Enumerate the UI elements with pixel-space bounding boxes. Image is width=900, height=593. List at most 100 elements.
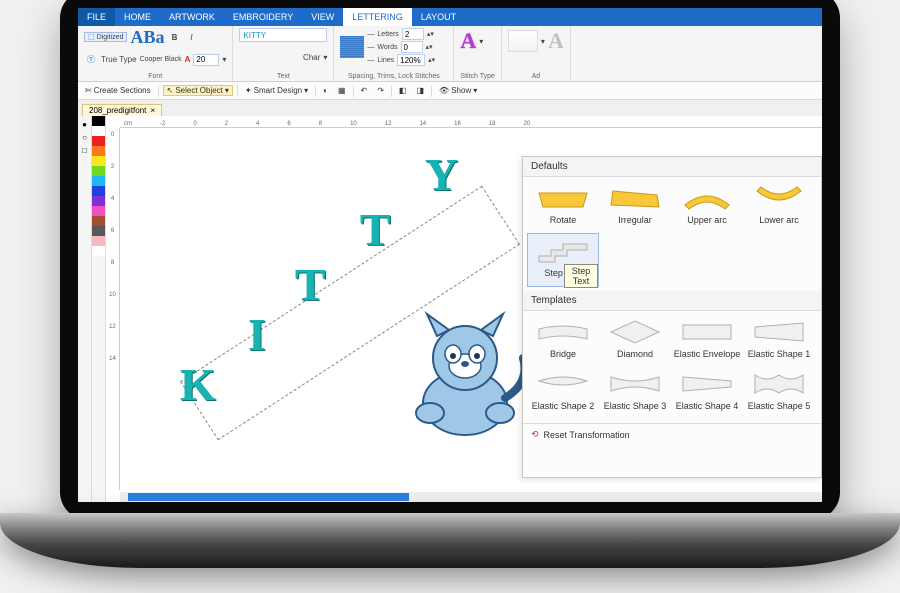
- cat-artwork[interactable]: [395, 308, 535, 448]
- color-swatch[interactable]: [92, 116, 105, 126]
- color-swatch[interactable]: [92, 186, 105, 196]
- misc-tool-1[interactable]: ◐: [320, 86, 331, 95]
- dropdown-icon[interactable]: ▾: [225, 86, 229, 95]
- template-elastic-envelope[interactable]: Elastic Envelope: [671, 315, 743, 367]
- color-swatch[interactable]: [92, 176, 105, 186]
- dropdown-icon[interactable]: ▾: [304, 86, 308, 95]
- show-tool[interactable]: 👁Show▾: [436, 86, 480, 95]
- reset-transformation[interactable]: ⟲Reset Transformation: [523, 423, 821, 445]
- template-elastic-shape-4[interactable]: Elastic Shape 4: [671, 367, 743, 419]
- create-sections-tool[interactable]: ✄Create Sections: [82, 86, 154, 95]
- shape-preview[interactable]: [508, 30, 538, 52]
- color-swatch[interactable]: [92, 226, 105, 236]
- scrollbar-thumb[interactable]: [128, 493, 409, 501]
- canvas-area: cm-202468101214161820 02468101214 K I T …: [106, 116, 822, 502]
- group-adv-label: Ad: [508, 73, 564, 81]
- font-name[interactable]: Cooper Black: [140, 56, 182, 63]
- tab-lettering[interactable]: LETTERING: [343, 8, 412, 26]
- spin-icon[interactable]: ▴▾: [427, 30, 434, 38]
- letters-icon: ⎼: [367, 30, 374, 38]
- spin-icon[interactable]: ▴▾: [428, 56, 435, 64]
- horizontal-ruler: cm-202468101214161820: [120, 116, 822, 128]
- letter-Y[interactable]: Y: [425, 148, 458, 201]
- ruler-tick: 2: [225, 121, 228, 127]
- default-irregular[interactable]: Irregular: [599, 181, 671, 233]
- font-size-input[interactable]: [193, 54, 219, 66]
- document-tab[interactable]: 208_predigitfont×: [82, 104, 162, 116]
- color-swatch[interactable]: [92, 156, 105, 166]
- char-label[interactable]: Char: [303, 53, 320, 62]
- color-swatch[interactable]: [92, 126, 105, 136]
- color-swatch[interactable]: [92, 136, 105, 146]
- horizontal-scrollbar[interactable]: [120, 492, 822, 502]
- template-diamond[interactable]: Diamond: [599, 315, 671, 367]
- dropdown-icon[interactable]: ▾: [541, 37, 545, 46]
- dropdown-icon[interactable]: ▾: [222, 55, 226, 64]
- tab-artwork[interactable]: ARTWORK: [160, 8, 224, 26]
- tab-view[interactable]: VIEW: [302, 8, 343, 26]
- color-swatch[interactable]: [92, 166, 105, 176]
- digitized-chip[interactable]: ⬚Digitized: [84, 32, 127, 42]
- stitch-type-icon[interactable]: A: [460, 28, 476, 54]
- color-swatch[interactable]: [92, 216, 105, 226]
- select-object-tool[interactable]: ↖Select Object▾: [163, 85, 233, 96]
- bold-button[interactable]: B: [168, 30, 182, 44]
- adv-a-icon[interactable]: A: [548, 28, 564, 54]
- undo-tool[interactable]: ↶: [358, 86, 371, 95]
- group-font-label: Font: [84, 73, 226, 81]
- tab-embroidery[interactable]: EMBROIDERY: [224, 8, 302, 26]
- letter-T2[interactable]: T: [360, 203, 391, 256]
- letter-T[interactable]: T: [295, 258, 326, 311]
- tab-file[interactable]: FILE: [78, 8, 115, 26]
- dropdown-icon[interactable]: ▾: [323, 53, 327, 62]
- smart-design-tool[interactable]: ✦Smart Design▾: [242, 86, 311, 95]
- group-text-label: Text: [239, 73, 327, 81]
- fill-icon[interactable]: [340, 36, 364, 58]
- text-input[interactable]: [239, 28, 327, 42]
- template-elastic-shape-5[interactable]: Elastic Shape 5: [743, 367, 815, 419]
- canvas[interactable]: K I T T Y: [120, 128, 822, 490]
- tab-layout[interactable]: LAYOUT: [412, 8, 465, 26]
- font-size-a-icon: A: [185, 55, 191, 64]
- lines-input[interactable]: [397, 54, 425, 66]
- lines-icon: ⎼: [367, 56, 374, 64]
- letter-K[interactable]: K: [180, 358, 216, 411]
- template-bridge[interactable]: Bridge: [527, 315, 599, 367]
- design-group[interactable]: K I T T Y: [180, 138, 510, 438]
- default-lower-arc[interactable]: Lower arc: [743, 181, 815, 233]
- letters-input[interactable]: [402, 28, 424, 40]
- template-elastic-shape-1[interactable]: Elastic Shape 1: [743, 315, 815, 367]
- default-step-text[interactable]: Step Text Step Text: [527, 233, 599, 287]
- color-swatch[interactable]: [92, 196, 105, 206]
- default-upper-arc[interactable]: Upper arc: [671, 181, 743, 233]
- close-icon[interactable]: ×: [150, 106, 155, 115]
- lasso-tool[interactable]: ○: [82, 133, 87, 142]
- spin-icon[interactable]: ▴▾: [426, 43, 433, 51]
- words-input[interactable]: [401, 41, 423, 53]
- ruler-tick: 8: [111, 260, 114, 266]
- misc-tool-4[interactable]: ◨: [413, 86, 427, 95]
- ruler-tick: 0: [111, 132, 114, 138]
- ruler-tick: 12: [385, 121, 392, 127]
- pointer-tool[interactable]: ●: [82, 120, 87, 129]
- color-swatch[interactable]: [92, 236, 105, 246]
- template-elastic-shape-2[interactable]: Elastic Shape 2: [527, 367, 599, 419]
- digitized-icon: ⬚: [88, 33, 95, 41]
- tab-home[interactable]: HOME: [115, 8, 160, 26]
- color-swatch[interactable]: [92, 146, 105, 156]
- italic-button[interactable]: I: [185, 30, 199, 44]
- ruler-tick: 18: [489, 121, 496, 127]
- template-elastic-shape-3[interactable]: Elastic Shape 3: [599, 367, 671, 419]
- shape-tool[interactable]: □: [82, 146, 87, 155]
- color-swatch[interactable]: [92, 206, 105, 216]
- misc-tool-3[interactable]: ◧: [396, 86, 410, 95]
- templates-grid: BridgeDiamondElastic EnvelopeElastic Sha…: [523, 311, 821, 423]
- misc-tool-2[interactable]: ▦: [335, 86, 349, 95]
- default-rotate[interactable]: Rotate: [527, 181, 599, 233]
- group-spacing-label: Spacing, Trims, Lock Stitches: [340, 73, 447, 81]
- redo-tool[interactable]: ↷: [374, 86, 387, 95]
- letter-I[interactable]: I: [248, 308, 266, 361]
- dropdown-icon[interactable]: ▾: [479, 37, 483, 46]
- color-swatch[interactable]: [92, 246, 105, 256]
- dropdown-icon[interactable]: ▾: [473, 86, 477, 95]
